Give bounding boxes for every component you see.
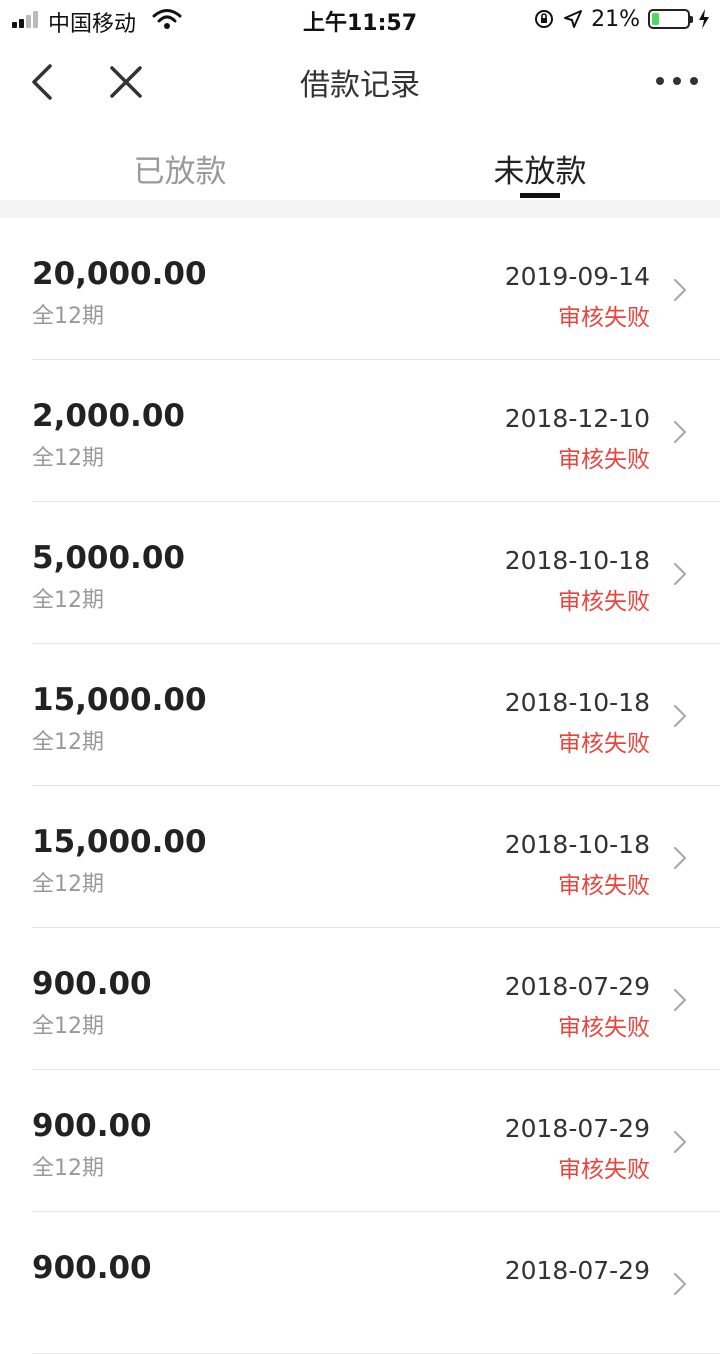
record-date: 2018-10-18 [504, 546, 650, 575]
loan-record-item[interactable]: 20,000.00 全12期 2019-09-14 审核失败 [0, 218, 720, 360]
record-date: 2018-10-18 [504, 830, 650, 859]
record-status: 审核失败 [558, 1157, 650, 1183]
chevron-right-icon [673, 988, 687, 1012]
loan-record-item[interactable]: 5,000.00 全12期 2018-10-18 审核失败 [0, 502, 720, 644]
chevron-right-icon [673, 1130, 687, 1154]
record-status: 审核失败 [558, 873, 650, 899]
active-tab-indicator [520, 193, 560, 198]
tab-not-disbursed[interactable]: 未放款 [360, 146, 720, 191]
loan-record-item[interactable]: 15,000.00 全12期 2018-10-18 审核失败 [0, 644, 720, 786]
loan-record-item[interactable]: 900.00 全12期 2018-07-29 审核失败 [0, 928, 720, 1070]
battery-level-fill [652, 13, 659, 25]
record-amount: 15,000.00 [32, 682, 207, 718]
record-status: 审核失败 [558, 589, 650, 615]
record-status: 审核失败 [558, 447, 650, 473]
record-date: 2019-09-14 [504, 262, 650, 291]
record-amount: 2,000.00 [32, 398, 185, 434]
record-periods: 全12期 [32, 304, 104, 329]
status-bar: 中国移动 上午11:57 21% [0, 0, 720, 40]
chevron-right-icon [673, 420, 687, 444]
record-date: 2018-12-10 [504, 404, 650, 433]
record-periods: 全12期 [32, 1156, 104, 1181]
battery-percent: 21% [591, 6, 640, 32]
loan-record-item[interactable]: 900.00 2018-07-29 [0, 1212, 720, 1354]
record-periods: 全12期 [32, 446, 104, 471]
orientation-lock-icon [535, 10, 554, 28]
loan-record-item[interactable]: 15,000.00 全12期 2018-10-18 审核失败 [0, 786, 720, 928]
charging-bolt-icon [699, 9, 709, 29]
record-periods: 全12期 [32, 1014, 104, 1039]
chevron-right-icon [673, 704, 687, 728]
record-amount: 900.00 [32, 1108, 152, 1144]
record-status: 审核失败 [558, 1015, 650, 1041]
record-status: 审核失败 [558, 305, 650, 331]
chevron-right-icon [673, 562, 687, 586]
record-amount: 900.00 [32, 1250, 152, 1286]
record-amount: 5,000.00 [32, 540, 185, 576]
tab-bar: 已放款 未放款 [0, 126, 720, 200]
tab-disbursed[interactable]: 已放款 [0, 146, 360, 191]
record-date: 2018-07-29 [504, 1114, 650, 1143]
location-icon [564, 10, 583, 28]
record-date: 2018-07-29 [504, 1256, 650, 1285]
loan-record-list: 20,000.00 全12期 2019-09-14 审核失败 2,000.00 … [0, 218, 720, 1354]
more-button[interactable] [654, 66, 700, 96]
battery-icon [648, 9, 693, 29]
record-periods: 全12期 [32, 730, 104, 755]
record-status: 审核失败 [558, 731, 650, 757]
nav-bar: 借款记录 [0, 40, 720, 126]
chevron-right-icon [673, 278, 687, 302]
loan-record-item[interactable]: 2,000.00 全12期 2018-12-10 审核失败 [0, 360, 720, 502]
record-periods: 全12期 [32, 872, 104, 897]
record-amount: 20,000.00 [32, 256, 207, 292]
page-title: 借款记录 [300, 68, 420, 103]
loan-record-item[interactable]: 900.00 全12期 2018-07-29 审核失败 [0, 1070, 720, 1212]
chevron-right-icon [673, 846, 687, 870]
record-periods: 全12期 [32, 588, 104, 613]
record-amount: 900.00 [32, 966, 152, 1002]
section-divider [0, 200, 720, 218]
chevron-right-icon [673, 1272, 687, 1296]
record-date: 2018-10-18 [504, 688, 650, 717]
record-date: 2018-07-29 [504, 972, 650, 1001]
record-amount: 15,000.00 [32, 824, 207, 860]
